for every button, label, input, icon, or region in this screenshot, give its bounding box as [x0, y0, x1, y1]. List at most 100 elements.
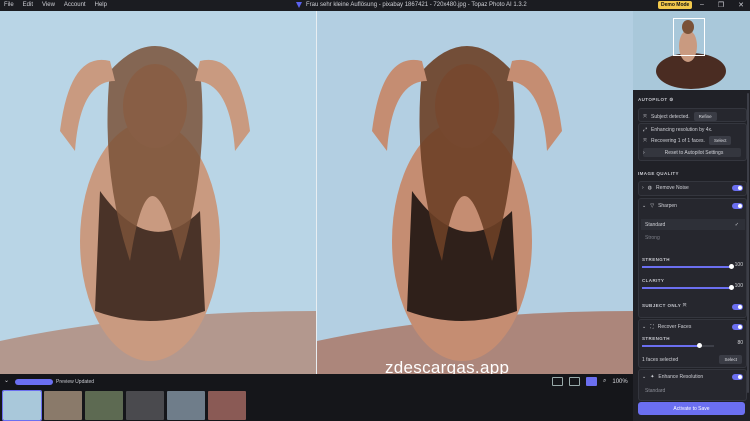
enhance-resolution-label: Enhance Resolution [658, 374, 704, 380]
slider-fill [642, 345, 700, 347]
title-bar: File Edit View Account Help Frau sehr kl… [0, 0, 750, 11]
clarity-value[interactable]: 100 [735, 283, 743, 289]
check-icon: ✓ [734, 221, 739, 228]
thumbnail[interactable] [208, 391, 246, 420]
rf-select-button[interactable]: Select [719, 355, 742, 364]
maximize-icon[interactable]: ❐ [718, 1, 724, 9]
strength-label: STRENGTH [642, 257, 670, 262]
zoom-icon[interactable]: ⌕ [603, 378, 606, 385]
subject-only-label: SUBJECT ONLY ⤧ [642, 303, 687, 308]
navigator-preview[interactable] [633, 11, 750, 90]
image-quality-heading: IMAGE QUALITY [638, 171, 679, 176]
recover-faces-strength-slider[interactable] [642, 343, 714, 348]
collapse-chevron-icon[interactable]: ⌄ [4, 377, 9, 384]
recover-faces-toggle[interactable] [732, 324, 743, 330]
view-tools: ⌕ 100% ⌄ [552, 377, 639, 386]
sharpen-label: Sharpen [658, 203, 677, 209]
autopilot-label: AUTOPILOT [638, 97, 668, 102]
thumbnail[interactable] [167, 391, 205, 420]
thumbnail[interactable] [85, 391, 123, 420]
panel-scrollbar[interactable] [747, 93, 749, 393]
menu-bar: File Edit View Account Help [4, 2, 107, 8]
chevron-down-icon[interactable]: ⌄ [642, 374, 646, 380]
preview-status: Preview Updated [56, 379, 95, 385]
subject-detected-row: ⤧ Subject detected. Refine [638, 108, 747, 122]
window-controls: – ❐ ✕ [700, 1, 744, 9]
preview-progress-bar [15, 379, 53, 385]
menu-file[interactable]: File [4, 2, 14, 8]
autopilot-heading: AUTOPILOT ⚙ [638, 97, 674, 103]
thumbnail-strip [2, 390, 246, 421]
watermark-text: zdescargas.app [385, 358, 510, 374]
window-title-text: Frau sehr kleine Auflösung - pixabay 186… [306, 2, 527, 8]
navigator-viewport[interactable] [673, 18, 705, 56]
chevron-down-icon[interactable]: ⌄ [642, 203, 646, 209]
sharpen-mode-strong[interactable]: Strong [645, 235, 750, 241]
enhance-icon: ⤢ [643, 127, 648, 133]
remove-noise-label: Remove Noise [656, 185, 689, 191]
reset-autopilot-button[interactable]: Reset to Autopilot Settings [665, 150, 724, 156]
refine-button[interactable]: Refine [693, 112, 717, 121]
subject-only-text: SUBJECT ONLY [642, 303, 682, 308]
topaz-logo-icon [296, 2, 302, 8]
autopilot-summary: ⤢ Enhancing resolution by 4x. ⤧ Recoveri… [638, 123, 747, 161]
single-view-icon[interactable] [552, 377, 563, 386]
sharpen-mode-standard[interactable]: Standard ✓ [641, 219, 745, 230]
sharpen-strength-slider[interactable] [642, 264, 734, 269]
sharpen-toggle[interactable] [732, 203, 743, 209]
menu-edit[interactable]: Edit [23, 2, 33, 8]
chevron-down-icon[interactable]: ⌄ [642, 324, 646, 330]
thumbnail[interactable] [44, 391, 82, 420]
er-mode-label: Standard [645, 388, 666, 394]
enhance-resolution-card: ⌄ ✦ Enhance Resolution Standard [638, 369, 747, 401]
activate-to-save-button[interactable]: Activate to Save [638, 402, 745, 415]
slider-knob[interactable] [729, 285, 734, 290]
face-icon: ⤧ [643, 137, 648, 144]
slider-fill [642, 287, 732, 289]
minimize-icon[interactable]: – [700, 1, 704, 9]
thumbnail[interactable] [2, 390, 42, 421]
enhanced-preview [317, 11, 633, 374]
strong-label: Strong [645, 235, 660, 241]
strength-value[interactable]: 100 [735, 262, 743, 268]
gear-icon[interactable]: ⚙ [669, 97, 673, 102]
slider-knob[interactable] [696, 343, 702, 348]
close-icon[interactable]: ✕ [738, 1, 744, 9]
enhance-resolution-icon: ✦ [650, 374, 655, 380]
rf-strength-label: STRENGTH [642, 336, 670, 341]
enhancing-text: Enhancing resolution by 4x. [651, 127, 713, 133]
thumbnail[interactable] [126, 391, 164, 420]
remove-noise-toggle[interactable] [732, 185, 743, 191]
subject-icon: ⤧ [643, 113, 648, 120]
zoom-level[interactable]: 100% [612, 379, 627, 385]
menu-account[interactable]: Account [64, 2, 86, 8]
enhance-resolution-toggle[interactable] [732, 374, 743, 380]
standard-label: Standard [645, 221, 666, 228]
rf-strength-value[interactable]: 80 [737, 340, 743, 346]
recover-faces-card: ⌄ ⛶ Recover Faces STRENGTH 80 1 faces se… [638, 319, 747, 368]
menu-help[interactable]: Help [95, 2, 107, 8]
sharpen-clarity-slider[interactable] [642, 285, 734, 290]
chevron-right-icon: › [643, 149, 645, 156]
subject-text: Subject detected. [651, 113, 690, 120]
select-faces-button[interactable]: Select [708, 136, 732, 145]
sharpen-card: ⌄ ▽ Sharpen Standard ✓ Strong STRENGTH 1… [638, 198, 747, 318]
remove-noise-card[interactable]: › ◍ Remove Noise [638, 181, 747, 196]
faces-selected-text: 1 faces selected [642, 356, 679, 363]
clarity-label: CLARITY [642, 278, 665, 283]
sharpen-icon: ▽ [650, 203, 655, 209]
subject-only-toggle[interactable] [732, 304, 743, 310]
settings-panel: AUTOPILOT ⚙ ⤧ Subject detected. Refine ⤢… [633, 11, 750, 421]
subject-only-icon: ⤧ [682, 303, 687, 308]
image-canvas[interactable]: zdescargas.app [0, 11, 633, 374]
menu-view[interactable]: View [42, 2, 55, 8]
recovering-text: Recovering 1 of 1 faces. [651, 137, 705, 144]
slider-knob[interactable] [729, 264, 734, 269]
face-frame-icon: ⛶ [650, 324, 654, 330]
demo-mode-badge[interactable]: Demo Mode [658, 1, 693, 9]
split-view-icon[interactable] [586, 377, 597, 386]
slider-fill [642, 266, 732, 268]
er-mode[interactable]: Standard [645, 388, 750, 394]
filmstrip-bar: ⌄ Preview Updated ⌕ 100% ⌄ [0, 374, 639, 421]
side-by-side-icon[interactable] [569, 377, 580, 386]
